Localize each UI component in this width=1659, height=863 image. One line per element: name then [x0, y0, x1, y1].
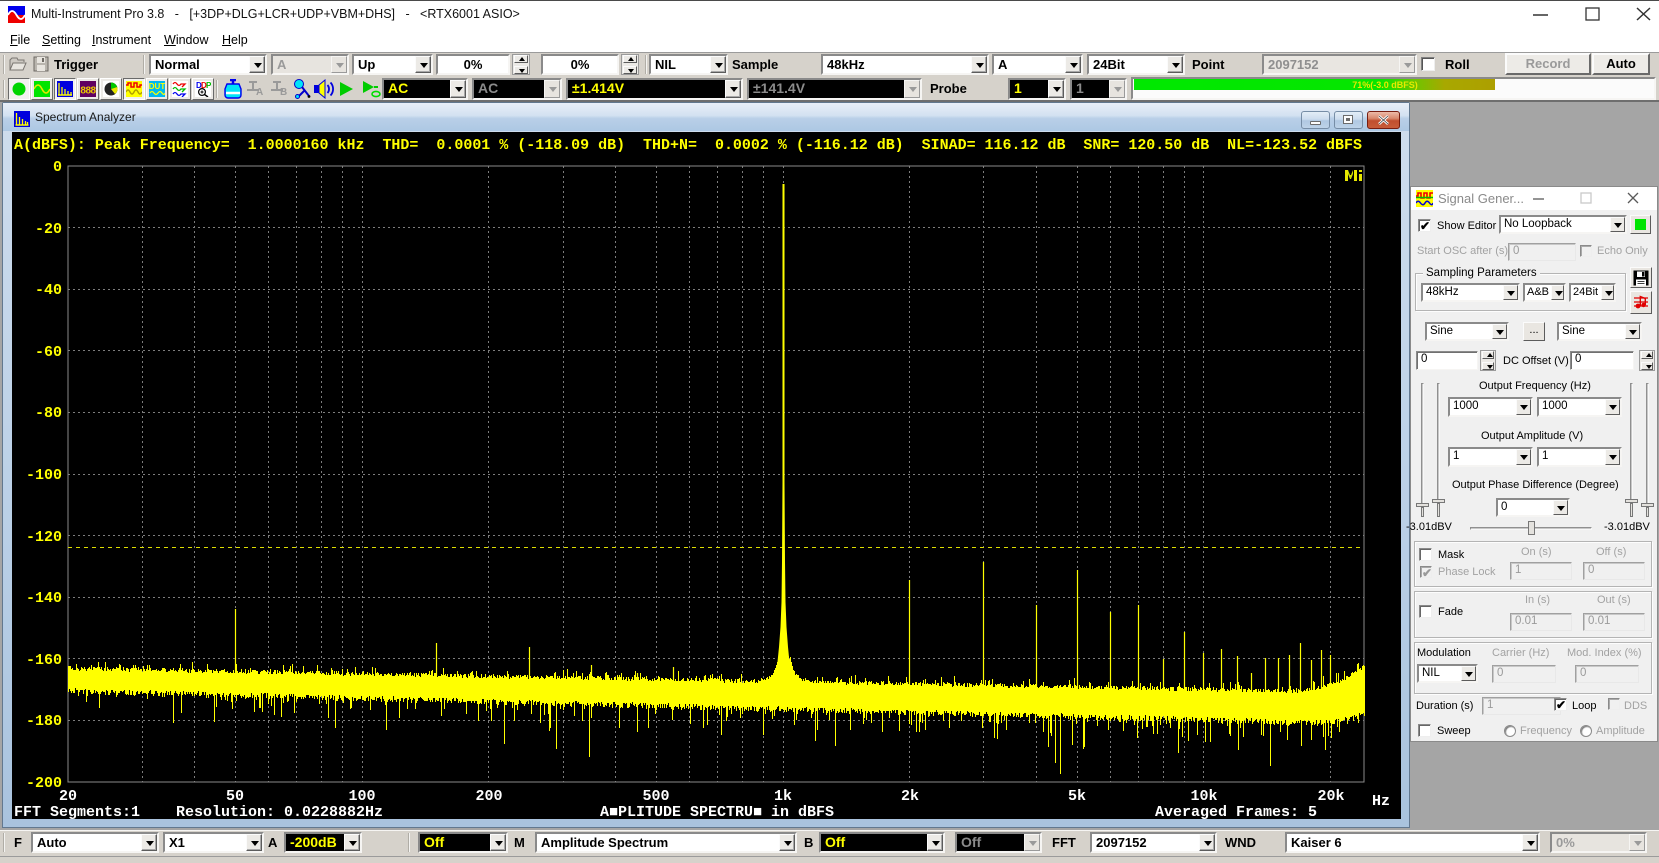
svg-text:10k: 10k — [1190, 788, 1217, 805]
svg-text:20k: 20k — [1317, 788, 1344, 805]
svg-text:888: 888 — [80, 86, 96, 97]
svg-text:FFT Segments:1 Resolution:: FFT Segments:1 Resolution: 0.0228882Hz — [14, 804, 383, 819]
svg-text:Hz: Hz — [1372, 793, 1390, 810]
svg-text:-160: -160 — [26, 652, 62, 669]
svg-text:50: 50 — [226, 788, 244, 805]
svg-text:-120: -120 — [26, 529, 62, 546]
svg-text:0: 0 — [53, 159, 62, 176]
svg-text:20: 20 — [59, 788, 77, 805]
svg-text:-80: -80 — [35, 405, 62, 422]
svg-text:B: B — [280, 87, 287, 97]
svg-text:-40: -40 — [35, 282, 62, 299]
svg-text:-200: -200 — [26, 775, 62, 792]
svg-text:100: 100 — [348, 788, 375, 805]
svg-text:2k: 2k — [901, 788, 919, 805]
svg-text:500: 500 — [642, 788, 669, 805]
svg-text:A(dBFS): Peak Frequency= 1.00: A(dBFS): Peak Frequency= 1.0000160 kHz T… — [14, 137, 1362, 154]
svg-text:A: A — [256, 87, 263, 97]
svg-text:-140: -140 — [26, 590, 62, 607]
svg-text:-180: -180 — [26, 713, 62, 730]
svg-text:DUT: DUT — [149, 82, 165, 91]
svg-text:A■PLITUDE SPECTRU■ in dBFS: A■PLITUDE SPECTRU■ in dBFS — [600, 804, 834, 819]
svg-text:-20: -20 — [35, 221, 62, 238]
svg-text:P: P — [206, 81, 211, 90]
svg-text:-100: -100 — [26, 467, 62, 484]
svg-text:Averaged Frames: 5: Averaged Frames: 5 — [1155, 804, 1317, 819]
svg-text:-60: -60 — [35, 344, 62, 361]
svg-text:5k: 5k — [1068, 788, 1086, 805]
svg-text:200: 200 — [475, 788, 502, 805]
svg-text:1k: 1k — [774, 788, 792, 805]
